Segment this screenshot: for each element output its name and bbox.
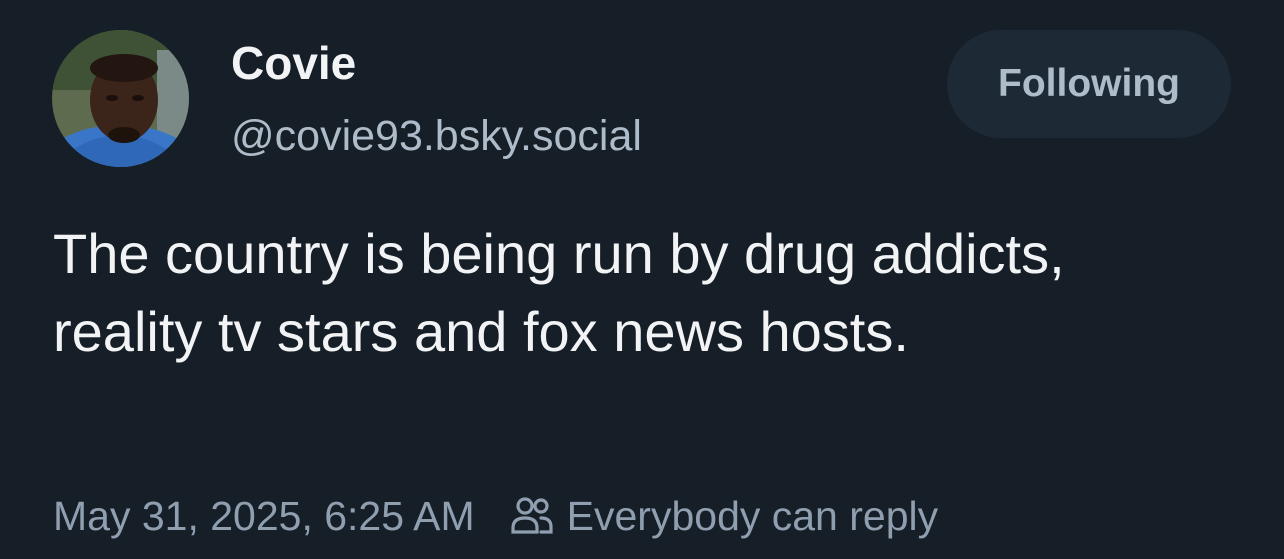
- author-avatar[interactable]: [52, 30, 189, 167]
- author-handle[interactable]: @covie93.bsky.social: [231, 115, 642, 158]
- post-timestamp[interactable]: May 31, 2025, 6:25 AM: [53, 493, 475, 540]
- post-card: Covie @covie93.bsky.social Following The…: [0, 0, 1284, 559]
- people-icon: [511, 496, 553, 536]
- reply-setting-label[interactable]: Everybody can reply: [567, 493, 938, 540]
- following-button[interactable]: Following: [947, 30, 1231, 138]
- author-display-name[interactable]: Covie: [231, 40, 356, 86]
- post-meta: May 31, 2025, 6:25 AM Everybody can repl…: [53, 493, 938, 539]
- avatar-image: [52, 30, 189, 167]
- post-text: The country is being run by drug addicts…: [53, 222, 1065, 363]
